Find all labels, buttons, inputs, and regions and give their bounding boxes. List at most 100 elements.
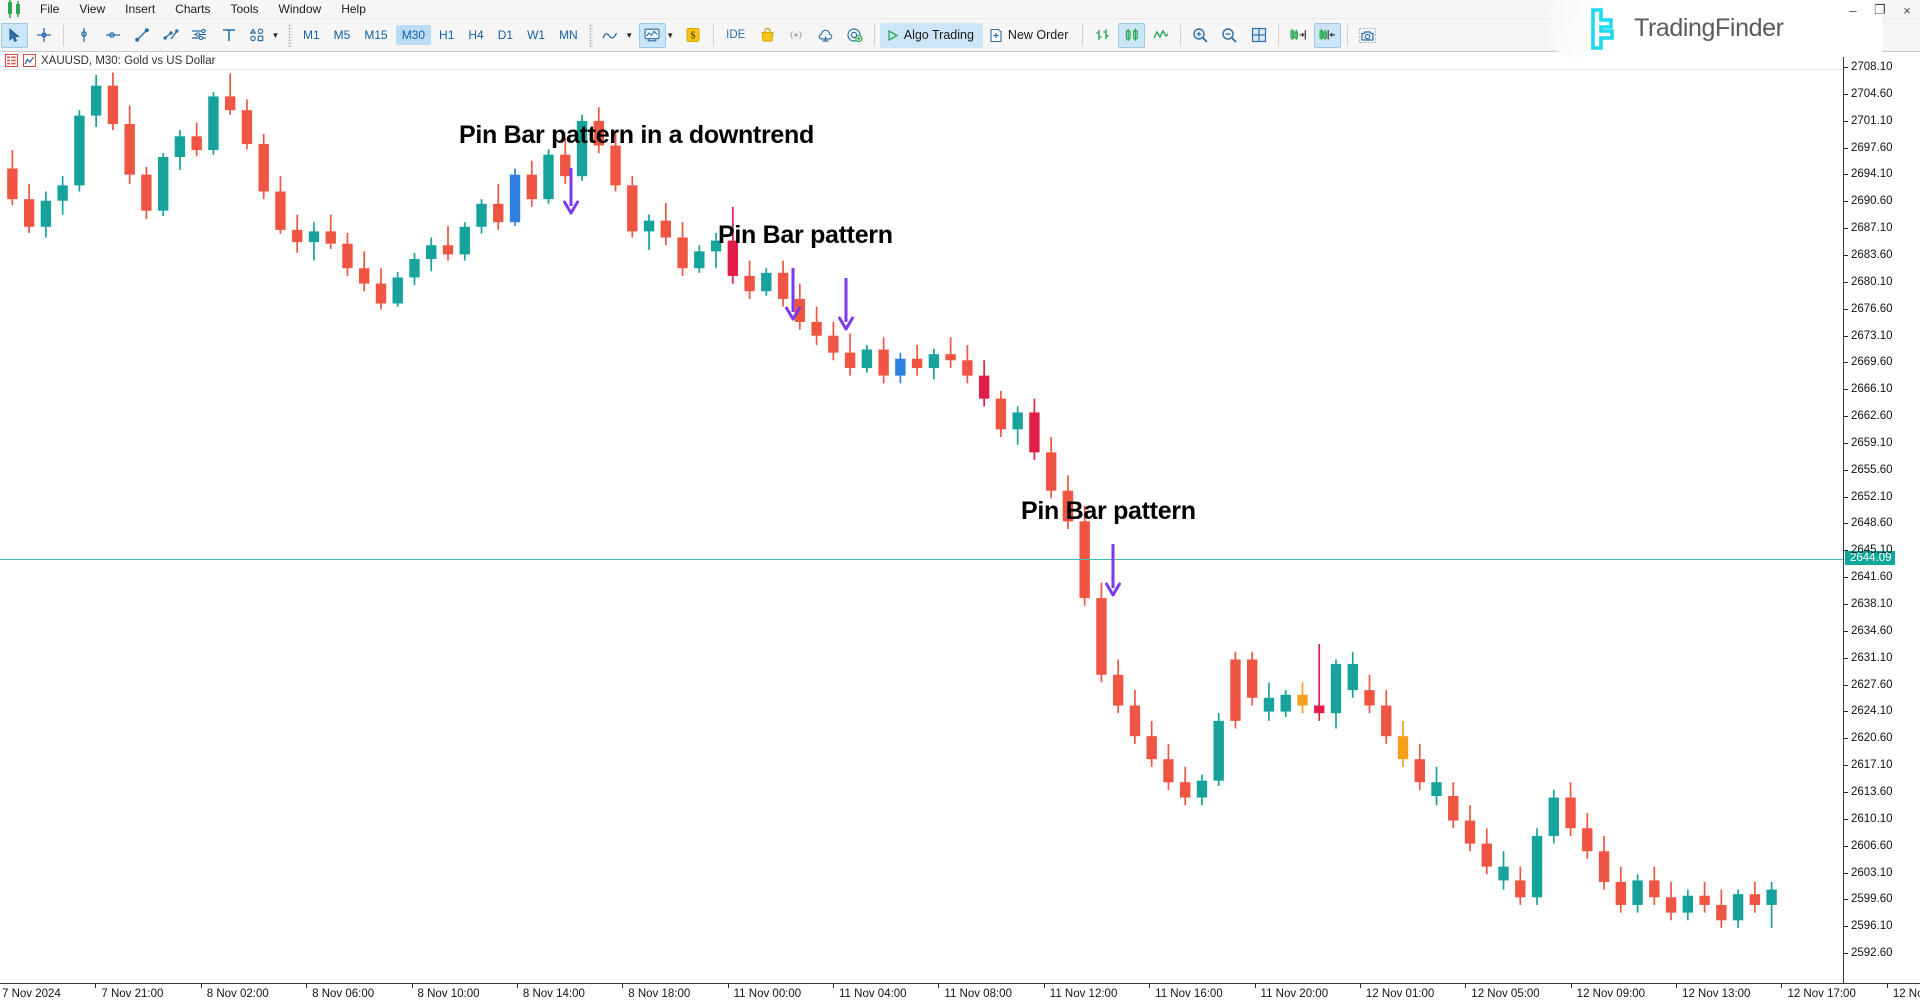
tile-windows-button[interactable] (1245, 23, 1272, 48)
signals-button[interactable] (783, 23, 810, 48)
menu-item-view[interactable]: View (69, 0, 115, 18)
new-order-button[interactable]: New Order (983, 23, 1077, 48)
toolbox-button[interactable] (841, 23, 868, 48)
polyline-tool[interactable] (157, 23, 184, 48)
line-chart-dropdown-caret[interactable]: ▼ (624, 31, 635, 40)
menu-item-charts[interactable]: Charts (165, 0, 220, 18)
menu-item-insert[interactable]: Insert (115, 0, 165, 18)
candle-body (493, 203, 504, 223)
indicators-dropdown-caret[interactable]: ▼ (665, 31, 676, 40)
candle-body (1112, 674, 1124, 706)
candle-body (375, 283, 387, 304)
shapes-tool[interactable] (244, 23, 271, 48)
screenshot-button[interactable] (1354, 23, 1381, 48)
candle-body (761, 272, 772, 292)
auto-scroll-button[interactable] (1314, 22, 1342, 48)
candlestick-chart-button[interactable] (1118, 22, 1146, 48)
minimize-button[interactable]: – (1846, 3, 1860, 18)
candle-body (543, 154, 554, 200)
data-window-icon[interactable] (5, 54, 18, 67)
vertical-line-tool[interactable] (70, 23, 97, 48)
candle-body (677, 237, 688, 269)
chart-thumb-icon[interactable] (23, 54, 36, 67)
restore-button[interactable]: ❐ (1873, 2, 1887, 18)
line-chart-button[interactable] (598, 23, 625, 48)
candlestick-series (7, 72, 1777, 928)
candle-body (878, 349, 889, 376)
candle-body (660, 220, 671, 238)
time-tick: 8 Nov 02:00 (200, 983, 269, 1000)
zoom-out-button[interactable] (1216, 23, 1243, 48)
scroll-end-button[interactable] (1285, 23, 1312, 48)
time-axis[interactable]: 7 Nov 2024 7 Nov 21:00 8 Nov 02:00 8 Nov 06… (0, 983, 1920, 1006)
algo-trading-button[interactable]: Algo Trading (879, 22, 983, 48)
menu-item-help[interactable]: Help (331, 0, 376, 18)
candle-body (1481, 843, 1492, 867)
shapes-dropdown-caret[interactable]: ▼ (270, 31, 281, 40)
candle-body (509, 174, 521, 223)
toolbar-drag-handle-2[interactable] (588, 23, 593, 47)
candle-body (7, 168, 18, 200)
time-tick: 7 Nov 2024 (2, 988, 61, 1000)
candle-body (1649, 880, 1660, 898)
timeframe-h1[interactable]: H1 (433, 25, 460, 45)
timeframe-m5[interactable]: M5 (328, 25, 357, 45)
zoom-in-button[interactable] (1187, 23, 1214, 48)
price-tick: 2624.10 (1844, 705, 1893, 717)
candle-body (844, 352, 856, 368)
candle-body (124, 124, 135, 175)
trendline-tool[interactable] (128, 23, 155, 48)
menu-item-window[interactable]: Window (269, 0, 332, 18)
time-tick: 11 Nov 16:00 (1149, 983, 1223, 1000)
price-tick: 2652.10 (1844, 491, 1893, 503)
candle-body (1749, 894, 1761, 905)
close-button[interactable]: × (1900, 3, 1914, 18)
timeframe-h4[interactable]: H4 (462, 25, 489, 45)
annotation-pinbar-1b-arrow-icon (838, 278, 854, 331)
price-tick: 2708.10 (1844, 61, 1893, 73)
bar-chart-button[interactable] (1089, 23, 1116, 48)
menu-item-tools[interactable]: Tools (221, 0, 269, 18)
fibonacci-tool[interactable] (186, 23, 213, 48)
timeframe-m1[interactable]: M1 (297, 25, 326, 45)
vps-button[interactable] (812, 23, 839, 48)
cursor-tool[interactable] (1, 22, 28, 48)
depth-of-market-button[interactable]: $ (680, 23, 707, 48)
market-button[interactable] (754, 23, 781, 48)
annotation-pinbar-downtrend: Pin Bar pattern in a downtrend (459, 121, 814, 149)
candle-body (308, 231, 320, 243)
candle-body (1582, 828, 1593, 852)
candle-body (141, 174, 152, 211)
candle-body (1045, 452, 1057, 491)
price-tick: 2683.60 (1844, 249, 1893, 261)
crosshair-tool[interactable] (30, 23, 57, 48)
time-tick: 11 Nov 12:00 (1043, 983, 1118, 1000)
text-tool[interactable] (215, 23, 242, 48)
horizontal-line-tool[interactable] (99, 23, 126, 48)
candle-body (1163, 759, 1174, 783)
ide-button[interactable]: IDE (720, 23, 752, 48)
price-axis[interactable]: 2644.09 2708.10 2704.60 2701.10 2697.60 2694… (1843, 52, 1920, 983)
candle-body (107, 85, 119, 125)
chart-canvas[interactable]: Pin Bar pattern in a downtrend Pin Bar pa… (0, 70, 1843, 983)
candle-body (1632, 880, 1643, 905)
candle-body (442, 245, 454, 255)
candle-body (643, 220, 655, 232)
timeframe-d1[interactable]: D1 (492, 25, 519, 45)
toolbar-separator-3 (873, 24, 875, 46)
candle-body (978, 375, 990, 399)
timeframe-m15[interactable]: M15 (358, 25, 393, 45)
price-tick: 2620.60 (1844, 732, 1893, 744)
timeframe-w1[interactable]: W1 (521, 25, 551, 45)
timeframe-mn[interactable]: MN (553, 25, 584, 45)
timeframe-m30[interactable]: M30 (395, 25, 432, 45)
candle-body (1012, 412, 1023, 430)
candle-body (258, 143, 269, 192)
price-tick: 2687.10 (1844, 222, 1893, 234)
indicators-button[interactable] (638, 22, 666, 48)
menu-item-file[interactable]: File (30, 0, 69, 18)
annotation-pinbar-2-arrow-icon (1105, 544, 1121, 597)
candle-body (1515, 880, 1526, 898)
toolbar-drag-handle[interactable] (288, 23, 292, 47)
line-chart-mode-button[interactable] (1147, 23, 1174, 48)
